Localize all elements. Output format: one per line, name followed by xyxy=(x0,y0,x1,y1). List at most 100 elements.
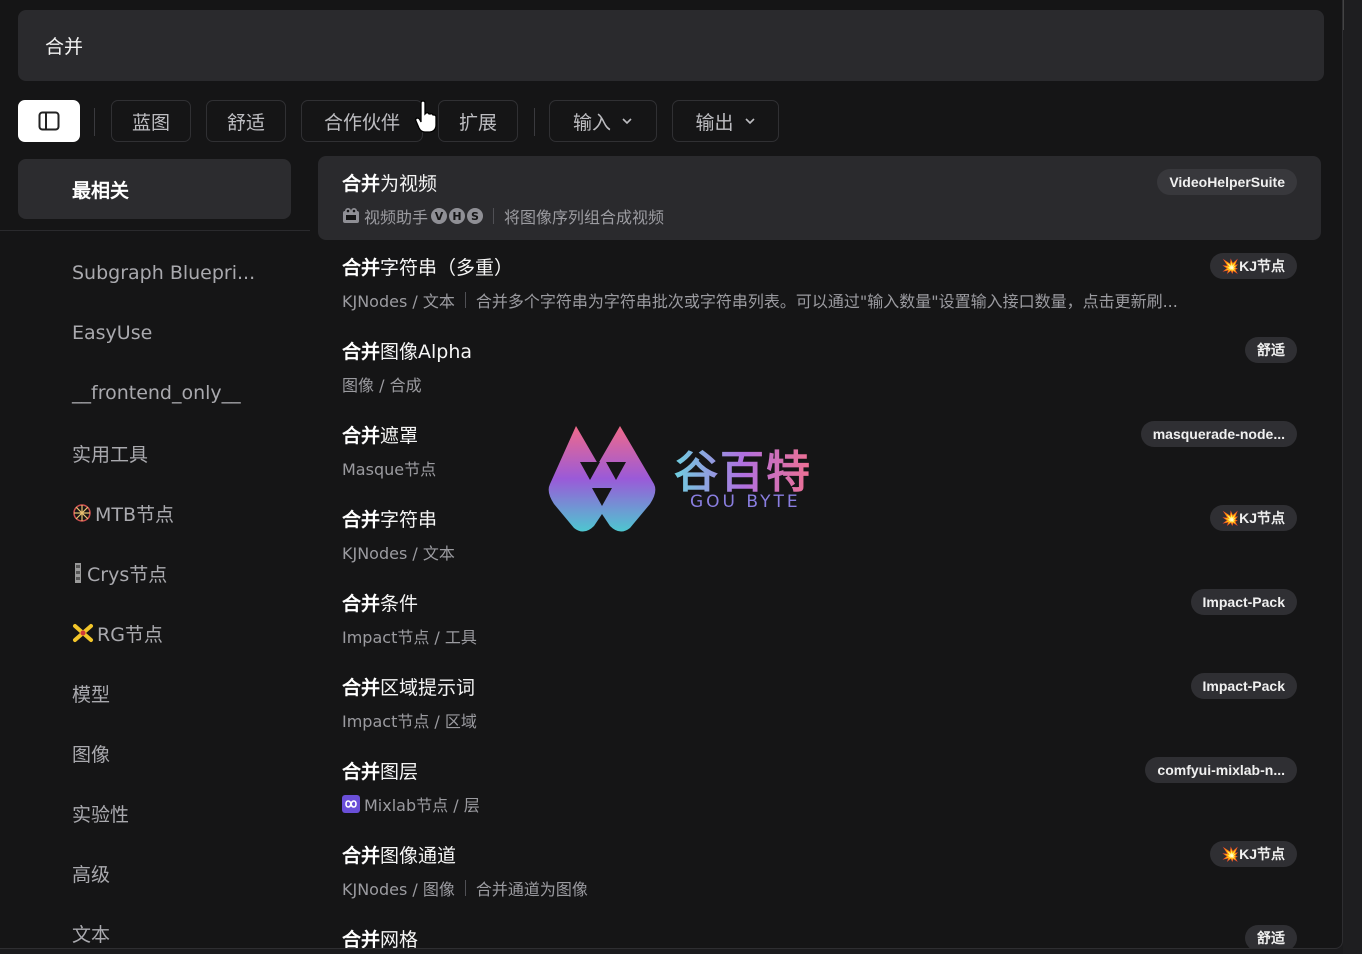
sidebar-item-label: 实用工具 xyxy=(72,443,149,466)
result-description: 合并通道为图像 xyxy=(475,880,588,899)
watermark-subtitle: GOU BYTE xyxy=(690,492,801,512)
result-row[interactable]: 合并区域提示词 Impact节点 / 区域 Impact-Pack xyxy=(318,660,1321,744)
result-title-match: 合并 xyxy=(342,341,381,363)
filter-chip-partner[interactable]: 合作伙伴 xyxy=(301,100,423,142)
result-title: 合并区域提示词 xyxy=(342,673,475,700)
result-title-match: 合并 xyxy=(342,257,381,279)
sidebar-item[interactable]: 模型 xyxy=(72,678,110,708)
result-row[interactable]: 合并图像Alpha 图像 / 合成 舒适 xyxy=(318,324,1321,408)
sidebar-item-label: Crys节点 xyxy=(87,563,168,586)
result-category: KJNodes / 图像 xyxy=(342,880,455,899)
result-category: Masque节点 xyxy=(342,460,437,479)
search-input[interactable]: 合并 xyxy=(18,10,1324,81)
result-row[interactable]: 合并图像通道 KJNodes / 图像 合并通道为图像 💥KJ节点 xyxy=(318,828,1321,912)
vhs-letter: H xyxy=(449,208,466,224)
sidebar-item-label: 最相关 xyxy=(72,179,130,202)
result-row[interactable]: 合并图层 Mixlab节点 / 层 comfyui-mixlab-n... xyxy=(318,744,1321,828)
result-title-rest: 网格 xyxy=(380,929,419,949)
watermark-logo: 谷百特 GOU BYTE xyxy=(546,422,826,534)
sidebar-item[interactable]: 文本 xyxy=(72,918,110,948)
window-edge-line xyxy=(1343,0,1344,30)
sidebar-item[interactable]: 图像 xyxy=(72,738,110,768)
sidebar-toggle-button[interactable] xyxy=(18,100,80,142)
filter-chip-blueprint[interactable]: 蓝图 xyxy=(111,100,191,142)
result-row[interactable]: 合并网格 舒适 xyxy=(318,912,1321,949)
sidebar-item[interactable]: Crys节点 xyxy=(72,558,167,588)
result-title: 合并遮罩 xyxy=(342,421,418,448)
filter-chip-extension[interactable]: 扩展 xyxy=(438,100,518,142)
hand-cursor-icon xyxy=(415,100,437,133)
sidebar-item[interactable]: RG节点 xyxy=(72,618,163,648)
result-title: 合并图像Alpha xyxy=(342,337,472,364)
result-title: 合并条件 xyxy=(342,589,418,616)
sidebar-item[interactable]: MTB节点 xyxy=(72,498,174,528)
filter-divider xyxy=(534,108,535,136)
infinity-icon xyxy=(342,795,364,813)
result-subtitle: KJNodes / 文本 合并多个字符串为字符串批次或字符串列表。可以通过"输入数… xyxy=(342,288,1178,312)
result-row[interactable]: 合并字符串（多重） KJNodes / 文本 合并多个字符串为字符串批次或字符串列表… xyxy=(318,240,1321,324)
sidebar-item-label: __frontend_only__ xyxy=(72,382,241,404)
result-row[interactable]: 合并条件 Impact节点 / 工具 Impact-Pack xyxy=(318,576,1321,660)
sidebar-panel-icon xyxy=(38,111,60,131)
chip-label: 扩展 xyxy=(458,111,497,134)
result-row[interactable]: 合并为视频视频助手 V H S 将图像序列组合成视频 VideoHelperSuite xyxy=(318,156,1321,240)
result-category: 图像 / 合成 xyxy=(342,376,422,395)
subtitle-separator xyxy=(464,880,466,896)
camera-icon xyxy=(342,207,364,225)
source-badge: masquerade-node... xyxy=(1140,421,1297,447)
filter-chip-comfy[interactable]: 舒适 xyxy=(206,100,286,142)
result-title-rest: 遮罩 xyxy=(380,425,419,447)
sidebar-item-label: MTB节点 xyxy=(95,503,175,526)
source-badge: VideoHelperSuite xyxy=(1157,169,1297,195)
result-category: Mixlab节点 / 层 xyxy=(364,796,480,815)
result-title-match: 合并 xyxy=(342,929,381,949)
result-title: 合并网格 xyxy=(342,925,419,949)
sidebar-item-label: 模型 xyxy=(72,683,111,706)
result-title-rest: 字符串（多重） xyxy=(380,257,514,279)
sidebar-item-label: 实验性 xyxy=(72,803,130,826)
subtitle-separator xyxy=(464,292,466,308)
result-subtitle: Mixlab节点 / 层 xyxy=(342,792,480,816)
input-type-dropdown[interactable]: 输入 xyxy=(549,100,657,142)
sidebar-item-label: EasyUse xyxy=(72,322,153,344)
source-badge: Impact-Pack xyxy=(1190,589,1297,615)
result-title-match: 合并 xyxy=(342,593,381,615)
sidebar-item-label: 图像 xyxy=(72,743,111,766)
sidebar-item[interactable]: 实用工具 xyxy=(72,438,148,468)
sidebar-divider xyxy=(0,230,310,231)
sidebar-item[interactable]: Subgraph Bluepri... xyxy=(72,258,255,288)
source-badge: 💥KJ节点 xyxy=(1209,253,1297,279)
chevron-down-icon xyxy=(744,118,755,125)
cross-star-icon xyxy=(72,622,94,644)
result-subtitle: Impact节点 / 工具 xyxy=(342,624,477,648)
result-title: 合并为视频 xyxy=(342,169,437,196)
chip-label: 合作伙伴 xyxy=(323,111,400,134)
category-sidebar: 最相关 Subgraph Bluepri... EasyUse __frontend… xyxy=(0,158,310,948)
dropdown-label: 输出 xyxy=(695,111,734,134)
chip-label: 蓝图 xyxy=(131,111,170,134)
result-title-match: 合并 xyxy=(342,425,381,447)
result-title-rest: 条件 xyxy=(380,593,419,615)
sidebar-item[interactable]: __frontend_only__ xyxy=(72,378,241,408)
sidebar-item[interactable]: 实验性 xyxy=(72,798,129,828)
source-badge: Impact-Pack xyxy=(1190,673,1297,699)
result-title-match: 合并 xyxy=(342,173,381,195)
source-badge: 💥KJ节点 xyxy=(1209,505,1297,531)
output-type-dropdown[interactable]: 输出 xyxy=(672,100,779,142)
sidebar-item-most-relevant[interactable]: 最相关 xyxy=(18,159,291,219)
result-title-match: 合并 xyxy=(342,677,381,699)
sidebar-item-label: 文本 xyxy=(72,923,111,946)
sidebar-item[interactable]: EasyUse xyxy=(72,318,152,348)
chevron-down-icon xyxy=(622,118,632,125)
result-title-rest: 字符串 xyxy=(380,509,438,531)
result-subtitle: 视频助手 V H S 将图像序列组合成视频 xyxy=(342,204,664,228)
result-title-rest: 为视频 xyxy=(380,173,438,195)
source-badge: 💥KJ节点 xyxy=(1209,841,1297,867)
sidebar-item-label: 高级 xyxy=(72,863,111,886)
result-title-match: 合并 xyxy=(342,761,381,783)
filter-divider xyxy=(94,108,95,136)
result-subtitle: Impact节点 / 区域 xyxy=(342,708,477,732)
sidebar-item[interactable]: 高级 xyxy=(72,858,110,888)
result-title-match: 合并 xyxy=(342,509,381,531)
source-badge: 舒适 xyxy=(1245,925,1297,948)
